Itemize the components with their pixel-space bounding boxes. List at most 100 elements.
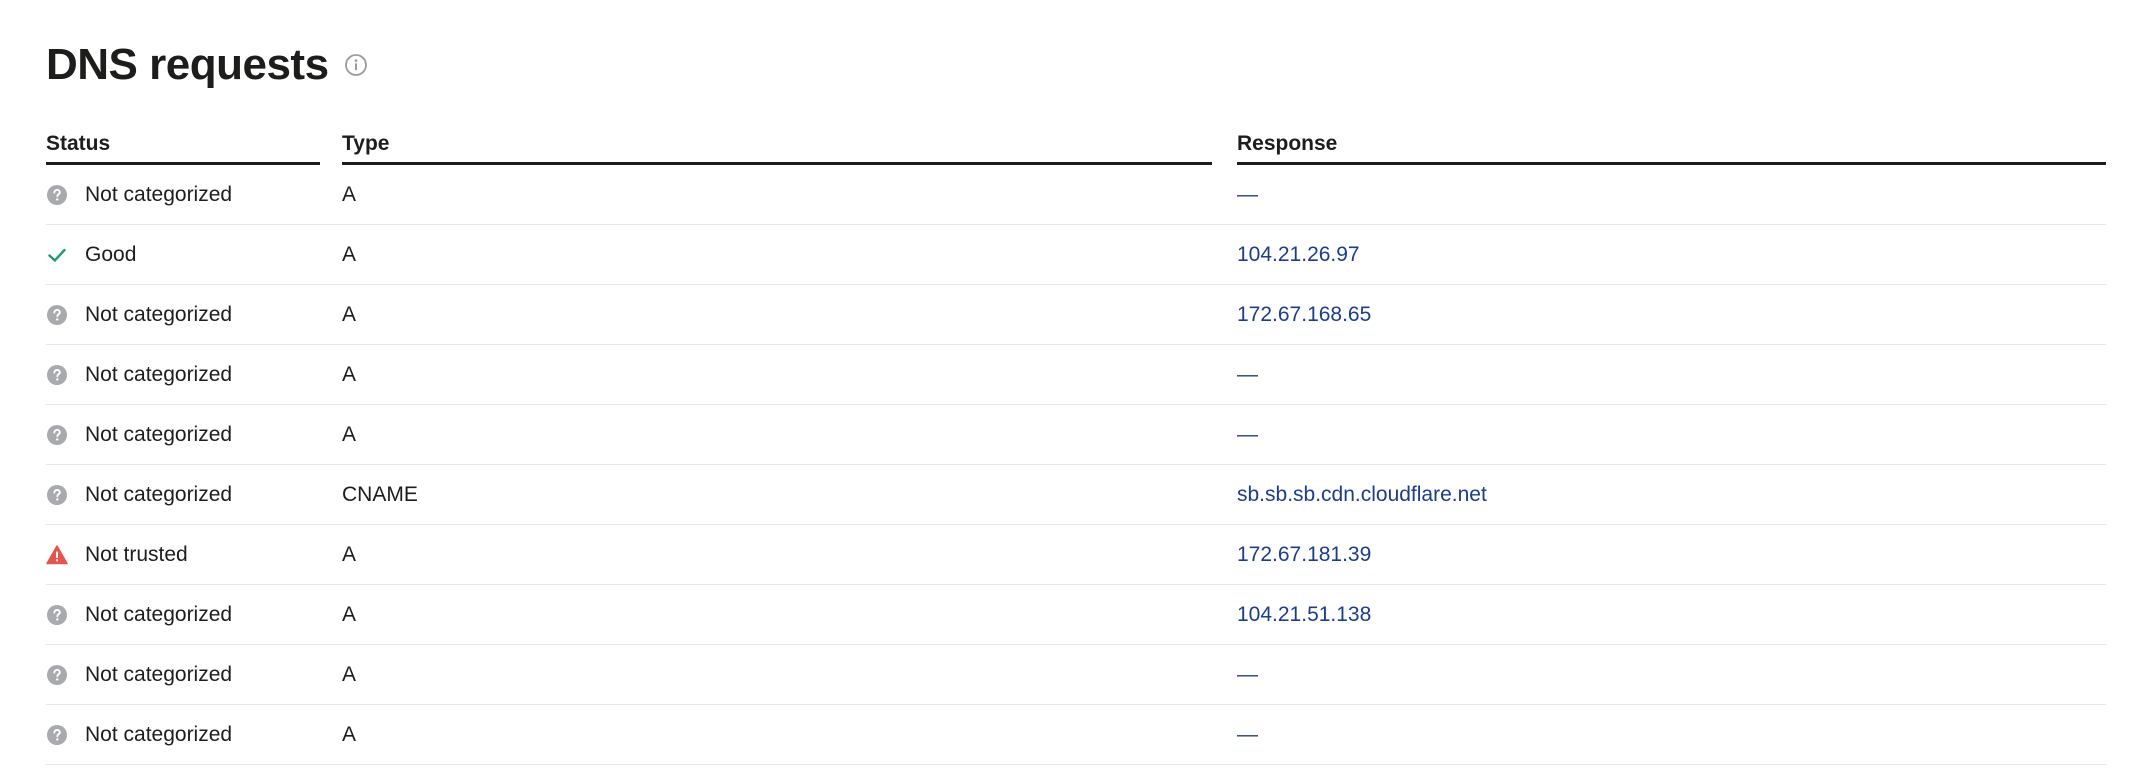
response-cell: 104.21.51.138 — [1237, 585, 2106, 645]
status-label: Not categorized — [85, 662, 233, 686]
type-cell: A — [342, 225, 1212, 285]
status-wrapper: Not categorized — [46, 603, 320, 627]
type-cell: A — [342, 645, 1212, 705]
column-gap — [1212, 130, 1237, 165]
column-gap — [1212, 645, 1237, 705]
table-row[interactable]: Not categorized A — — [46, 705, 2106, 765]
type-cell: A — [342, 165, 1212, 225]
status-wrapper: Not categorized — [46, 483, 320, 507]
status-label: Not categorized — [85, 602, 233, 626]
dns-requests-table: Status Type Response Not categorized A — Go… — [46, 130, 2106, 765]
column-gap — [1212, 705, 1237, 765]
column-gap — [320, 465, 342, 525]
status-cell: Not categorized — [46, 585, 320, 645]
response-empty: — — [1237, 422, 1258, 446]
response-cell: — — [1237, 165, 2106, 225]
status-label: Good — [85, 242, 137, 266]
status-wrapper: Not categorized — [46, 663, 320, 687]
status-cell: Not trusted — [46, 525, 320, 585]
table-row[interactable]: Not categorized A — — [46, 645, 2106, 705]
column-gap — [1212, 465, 1237, 525]
dns-requests-section: DNS requests Status Type Response Not ca… — [0, 0, 2106, 765]
response-empty: — — [1237, 722, 1258, 746]
status-cell: Good — [46, 225, 320, 285]
column-header-type[interactable]: Type — [342, 130, 1212, 165]
question-circle-icon — [46, 664, 68, 686]
table-row[interactable]: Not categorized CNAME sb.sb.sb.cdn.cloudfl… — [46, 465, 2106, 525]
table-row[interactable]: Good A 104.21.26.97 — [46, 225, 2106, 285]
status-wrapper: Not categorized — [46, 723, 320, 747]
status-cell: Not categorized — [46, 165, 320, 225]
table-row[interactable]: Not categorized A 104.21.51.138 — [46, 585, 2106, 645]
type-cell: A — [342, 585, 1212, 645]
status-cell: Not categorized — [46, 645, 320, 705]
status-wrapper: Not categorized — [46, 363, 320, 387]
response-cell: 172.67.168.65 — [1237, 285, 2106, 345]
response-cell: — — [1237, 705, 2106, 765]
column-gap — [320, 705, 342, 765]
column-gap — [320, 225, 342, 285]
column-gap — [320, 285, 342, 345]
response-link[interactable]: sb.sb.sb.cdn.cloudflare.net — [1237, 483, 1487, 506]
checkmark-icon — [46, 244, 68, 266]
status-cell: Not categorized — [46, 465, 320, 525]
status-wrapper: Not categorized — [46, 423, 320, 447]
section-title: DNS requests — [46, 40, 329, 89]
column-gap — [320, 645, 342, 705]
question-circle-icon — [46, 484, 68, 506]
table-row[interactable]: Not categorized A 172.67.168.65 — [46, 285, 2106, 345]
status-wrapper: Not categorized — [46, 303, 320, 327]
status-wrapper: Not trusted — [46, 543, 320, 567]
column-gap — [1212, 345, 1237, 405]
column-gap — [1212, 225, 1237, 285]
status-label: Not categorized — [85, 422, 233, 446]
warning-triangle-icon — [46, 544, 68, 566]
response-link[interactable]: 172.67.181.39 — [1237, 543, 1371, 566]
response-cell: sb.sb.sb.cdn.cloudflare.net — [1237, 465, 2106, 525]
status-label: Not categorized — [85, 302, 233, 326]
question-circle-icon — [46, 604, 68, 626]
column-gap — [1212, 165, 1237, 225]
status-label: Not categorized — [85, 722, 233, 746]
type-cell: A — [342, 405, 1212, 465]
type-cell: A — [342, 705, 1212, 765]
question-circle-icon — [46, 364, 68, 386]
status-wrapper: Not categorized — [46, 183, 320, 207]
table-row[interactable]: Not categorized A — — [46, 165, 2106, 225]
response-link[interactable]: 172.67.168.65 — [1237, 303, 1371, 326]
type-cell: A — [342, 345, 1212, 405]
table-row[interactable]: Not trusted A 172.67.181.39 — [46, 525, 2106, 585]
question-circle-icon — [46, 304, 68, 326]
section-header: DNS requests — [46, 0, 2106, 130]
response-link[interactable]: 104.21.26.97 — [1237, 243, 1360, 266]
column-gap — [320, 130, 342, 165]
table-header-row: Status Type Response — [46, 130, 2106, 165]
response-cell: — — [1237, 345, 2106, 405]
question-circle-icon — [46, 184, 68, 206]
response-empty: — — [1237, 182, 1258, 206]
response-empty: — — [1237, 662, 1258, 686]
status-label: Not categorized — [85, 362, 233, 386]
question-circle-icon — [46, 424, 68, 446]
column-gap — [320, 345, 342, 405]
column-header-status[interactable]: Status — [46, 130, 320, 165]
response-cell: — — [1237, 645, 2106, 705]
status-wrapper: Good — [46, 243, 320, 267]
type-cell: A — [342, 525, 1212, 585]
response-cell: 172.67.181.39 — [1237, 525, 2106, 585]
table-row[interactable]: Not categorized A — — [46, 405, 2106, 465]
info-circle-icon[interactable] — [343, 52, 369, 78]
question-circle-icon — [46, 724, 68, 746]
column-gap — [1212, 585, 1237, 645]
table-row[interactable]: Not categorized A — — [46, 345, 2106, 405]
status-label: Not categorized — [85, 482, 233, 506]
status-label: Not categorized — [85, 182, 233, 206]
column-header-response[interactable]: Response — [1237, 130, 2106, 165]
column-gap — [1212, 285, 1237, 345]
column-gap — [1212, 405, 1237, 465]
table-body: Not categorized A — Good A 104.21.26.97 Not ca… — [46, 165, 2106, 765]
response-cell: 104.21.26.97 — [1237, 225, 2106, 285]
column-gap — [320, 525, 342, 585]
response-link[interactable]: 104.21.51.138 — [1237, 603, 1371, 626]
column-gap — [320, 405, 342, 465]
